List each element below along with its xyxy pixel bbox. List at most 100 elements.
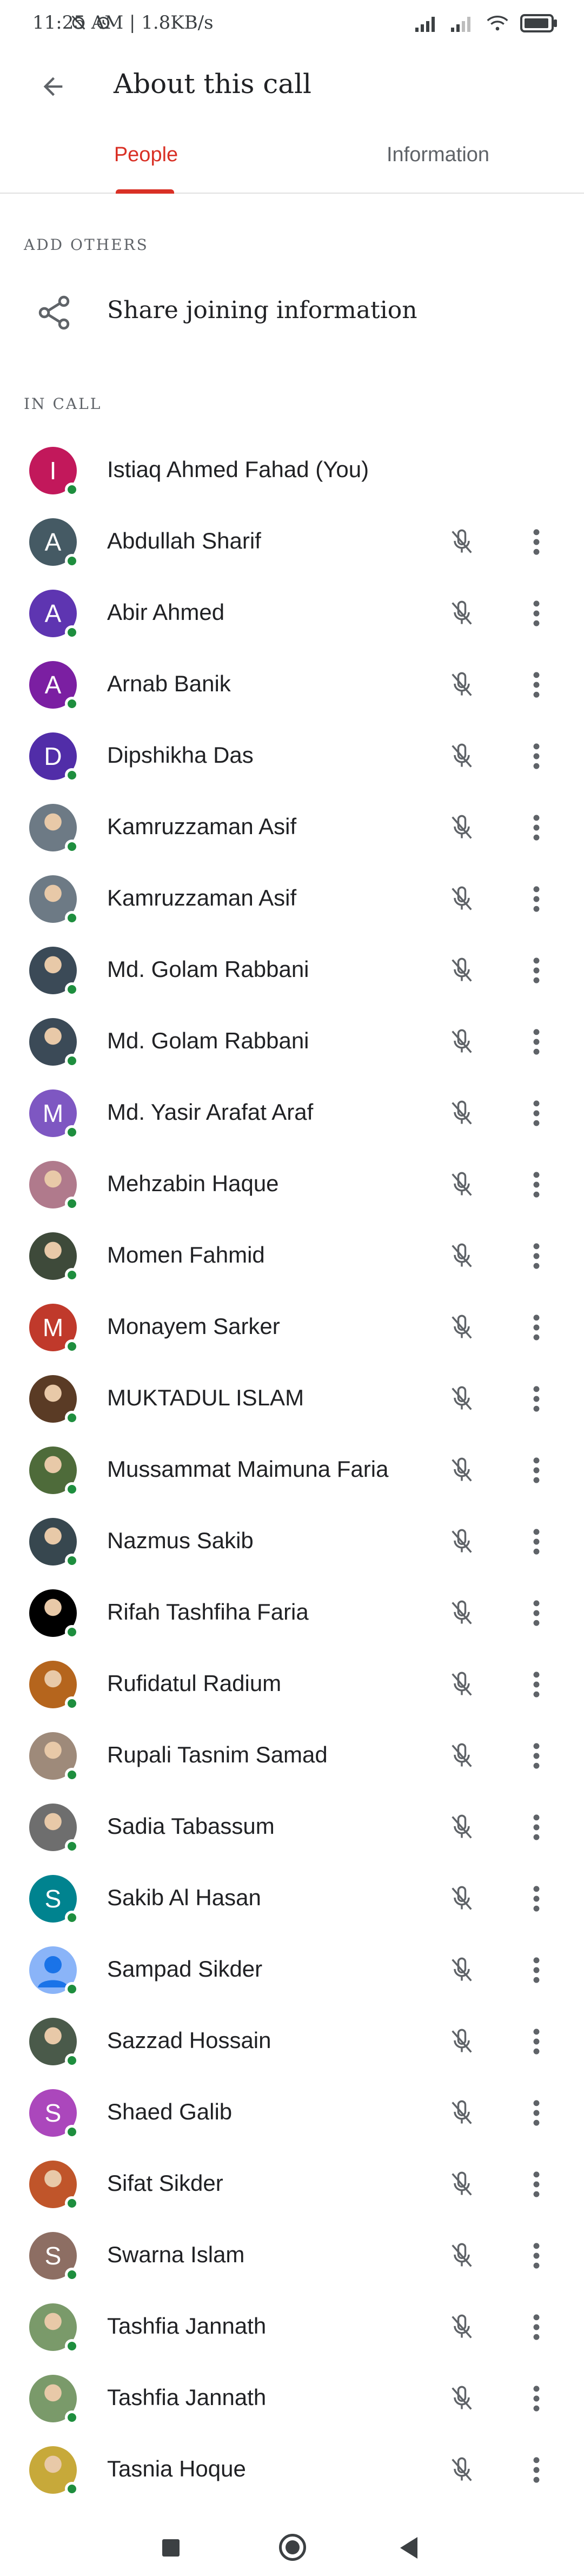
more-options-button[interactable] bbox=[520, 2096, 553, 2130]
mic-off-icon bbox=[444, 2310, 479, 2344]
share-joining-info-label: Share joining information bbox=[107, 296, 417, 324]
participant-row[interactable]: MUKTADUL ISLAM bbox=[0, 1363, 584, 1435]
participant-row[interactable]: Md. Golam Rabbani bbox=[0, 935, 584, 1006]
participant-row[interactable]: A Abir Ahmed bbox=[0, 578, 584, 649]
more-options-button[interactable] bbox=[520, 1953, 553, 1987]
share-joining-info-row[interactable]: Share joining information bbox=[0, 268, 584, 355]
online-status-dot bbox=[65, 2339, 79, 2353]
mic-off-icon bbox=[444, 2453, 479, 2487]
more-options-button[interactable] bbox=[520, 1524, 553, 1559]
more-options-button[interactable] bbox=[520, 668, 553, 702]
online-status-dot bbox=[65, 2196, 79, 2210]
participant-row[interactable]: M Monayem Sarker bbox=[0, 1292, 584, 1363]
participant-row[interactable]: Nazmus Sakib bbox=[0, 1506, 584, 1577]
avatar bbox=[29, 1232, 79, 1282]
more-options-button[interactable] bbox=[520, 2453, 553, 2487]
participant-row[interactable]: Rifah Tashfiha Faria bbox=[0, 1577, 584, 1649]
participant-row[interactable]: S Swarna Islam bbox=[0, 2220, 584, 2291]
online-status-dot bbox=[65, 2482, 79, 2496]
participant-row[interactable]: Mehzabin Haque bbox=[0, 1149, 584, 1220]
online-status-dot bbox=[65, 1625, 79, 1639]
participant-row[interactable]: Kamruzzaman Asif bbox=[0, 792, 584, 863]
more-options-button[interactable] bbox=[520, 882, 553, 916]
participant-row[interactable]: I Istiaq Ahmed Fahad (You) bbox=[0, 435, 584, 506]
avatar bbox=[29, 1161, 79, 1211]
online-status-dot bbox=[65, 1696, 79, 1710]
online-status-dot bbox=[65, 1054, 79, 1068]
participant-row[interactable]: Tasnia Hoque bbox=[0, 2434, 584, 2506]
online-status-dot bbox=[65, 2410, 79, 2425]
avatar-initial: M bbox=[42, 1099, 64, 1127]
mic-off-icon bbox=[444, 953, 479, 988]
more-options-button[interactable] bbox=[520, 1239, 553, 1273]
participant-row[interactable]: Sadia Tabassum bbox=[0, 1792, 584, 1863]
participant-row[interactable]: A Arnab Banik bbox=[0, 649, 584, 721]
more-options-button[interactable] bbox=[520, 1453, 553, 1488]
more-options-button[interactable] bbox=[520, 1596, 553, 1630]
participant-name: Sadia Tabassum bbox=[107, 1813, 275, 1839]
more-options-button[interactable] bbox=[520, 1382, 553, 1416]
recents-button[interactable] bbox=[162, 2539, 180, 2557]
participant-name: Arnab Banik bbox=[107, 671, 231, 696]
home-button[interactable] bbox=[279, 2534, 306, 2561]
more-options-button[interactable] bbox=[520, 1167, 553, 1202]
more-options-button[interactable] bbox=[520, 596, 553, 631]
status-bar: 11:25 AM | 1.8KB/s bbox=[0, 0, 584, 52]
participant-row[interactable]: M Md. Yasir Arafat Araf bbox=[0, 1078, 584, 1149]
participant-row[interactable]: Md. Golam Rabbani bbox=[0, 1006, 584, 1078]
participant-row[interactable]: S Shaed Galib bbox=[0, 2077, 584, 2149]
participant-row[interactable]: D Dipshikha Das bbox=[0, 721, 584, 792]
participant-row[interactable]: Rufidatul Radium bbox=[0, 1649, 584, 1720]
tab-people[interactable]: People bbox=[0, 117, 292, 194]
more-options-button[interactable] bbox=[520, 2167, 553, 2202]
mic-off-icon bbox=[444, 1239, 479, 1273]
more-options-button[interactable] bbox=[520, 1096, 553, 1131]
participant-row[interactable]: Tashfia Jannath bbox=[0, 2363, 584, 2434]
participant-row[interactable]: A Abdullah Sharif bbox=[0, 506, 584, 578]
more-options-button[interactable] bbox=[520, 1310, 553, 1345]
more-options-button[interactable] bbox=[520, 525, 553, 559]
more-options-button[interactable] bbox=[520, 810, 553, 845]
more-options-button[interactable] bbox=[520, 2310, 553, 2344]
participant-row[interactable]: Sampad Sikder bbox=[0, 1934, 584, 2006]
participant-name: Rupali Tasnim Samad bbox=[107, 1742, 328, 1767]
participant-row[interactable]: Sazzad Hossain bbox=[0, 2006, 584, 2077]
more-options-button[interactable] bbox=[520, 739, 553, 774]
avatar bbox=[29, 1518, 79, 1568]
more-options-button[interactable] bbox=[520, 2238, 553, 2273]
participant-row[interactable]: S Sakib Al Hasan bbox=[0, 1863, 584, 1934]
online-status-dot bbox=[65, 483, 79, 497]
participant-row[interactable]: Sifat Sikder bbox=[0, 2149, 584, 2220]
online-status-dot bbox=[65, 1268, 79, 1282]
more-options-button[interactable] bbox=[520, 2024, 553, 2059]
back-button[interactable] bbox=[34, 67, 72, 106]
mic-off-icon bbox=[444, 1025, 479, 1059]
more-options-button[interactable] bbox=[520, 1025, 553, 1059]
more-options-button[interactable] bbox=[520, 2381, 553, 2416]
avatar-initial: S bbox=[44, 2242, 62, 2270]
battery-icon bbox=[520, 14, 557, 32]
online-status-dot bbox=[65, 1839, 79, 1853]
more-options-button[interactable] bbox=[520, 1739, 553, 1773]
participant-row[interactable]: Kamruzzaman Asif bbox=[0, 863, 584, 935]
participant-row[interactable]: Momen Fahmid bbox=[0, 1220, 584, 1292]
participant-row[interactable]: Tashfia Jannath bbox=[0, 2291, 584, 2363]
avatar bbox=[29, 1946, 79, 1996]
more-options-button[interactable] bbox=[520, 1667, 553, 1702]
participant-row[interactable]: Rupali Tasnim Samad bbox=[0, 1720, 584, 1792]
back-nav-button[interactable] bbox=[400, 2537, 417, 2559]
mic-off-icon bbox=[444, 596, 479, 631]
avatar: I bbox=[29, 447, 79, 497]
participant-name: Dipshikha Das bbox=[107, 742, 254, 768]
more-options-button[interactable] bbox=[520, 1810, 553, 1845]
tab-information[interactable]: Information bbox=[292, 117, 584, 193]
mic-off-icon bbox=[444, 1810, 479, 1845]
avatar: D bbox=[29, 732, 79, 782]
avatar: S bbox=[29, 2232, 79, 2282]
participant-row[interactable]: Mussammat Maimuna Faria bbox=[0, 1435, 584, 1506]
more-options-button[interactable] bbox=[520, 1881, 553, 1916]
more-options-button[interactable] bbox=[520, 953, 553, 988]
participant-name: Tashfia Jannath bbox=[107, 2385, 267, 2410]
online-status-dot bbox=[65, 2268, 79, 2282]
participant-name: Rifah Tashfiha Faria bbox=[107, 1599, 309, 1624]
